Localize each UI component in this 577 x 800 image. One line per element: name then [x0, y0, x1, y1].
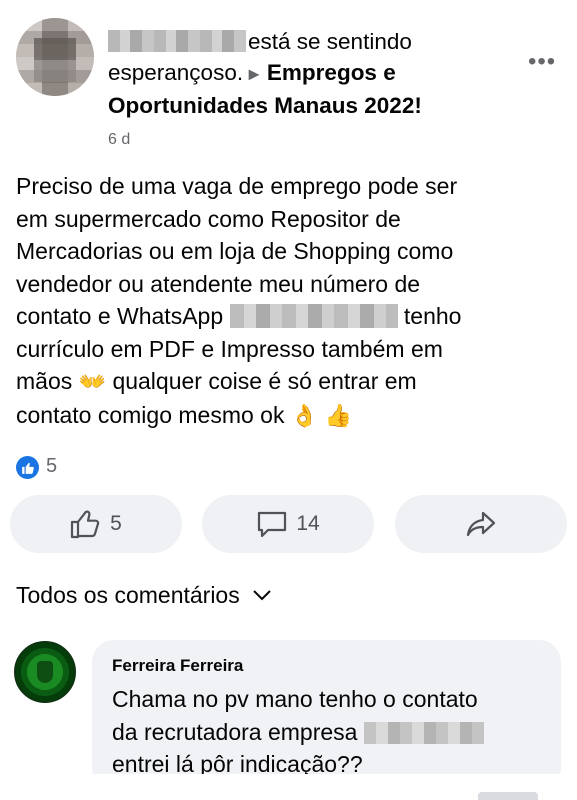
comment-text: Chama no pv mano tenho o contato da recr… — [112, 683, 552, 781]
post-text: Preciso de uma vaga de emprego pode ser … — [16, 170, 561, 432]
feeling-text: esperançoso. — [108, 60, 244, 85]
comment-line: da recrutadora empresa — [112, 716, 552, 749]
status-text: está se sentindo — [248, 29, 412, 54]
more-options-icon[interactable]: ••• — [528, 48, 556, 76]
open-hands-icon: 👐 — [78, 369, 107, 394]
like-button[interactable]: 5 — [10, 495, 182, 553]
post-line: contato comigo mesmo ok 👌 👍 — [16, 401, 353, 428]
share-button[interactable] — [395, 495, 567, 553]
post-line: Preciso de uma vaga de emprego pode ser — [16, 173, 458, 199]
commenter-avatar[interactable] — [14, 641, 76, 703]
comment-count: 14 — [296, 512, 320, 535]
post-line: contato e WhatsApp tenho — [16, 303, 462, 329]
bottom-handle — [478, 792, 538, 800]
ok-hand-icon: 👌 — [290, 402, 319, 428]
comment-author[interactable]: Ferreira Ferreira — [112, 656, 243, 676]
thumbs-up-emoji-icon: 👍 — [324, 402, 353, 428]
comments-filter[interactable]: Todos os comentários — [16, 582, 272, 609]
author-avatar[interactable] — [16, 18, 94, 96]
post-line: Mercadorias ou em loja de Shopping como — [16, 238, 454, 264]
chevron-down-icon — [253, 590, 271, 601]
group-name[interactable]: Empregos e — [267, 60, 396, 85]
post-time[interactable]: 6 d — [108, 131, 130, 149]
comment-button[interactable]: 14 — [202, 495, 374, 553]
reaction-count[interactable]: 5 — [46, 455, 57, 478]
like-icon[interactable] — [16, 456, 39, 479]
comment-line: Chama no pv mano tenho o contato — [112, 686, 478, 712]
post-line: vendedor ou atendente meu número de — [16, 270, 421, 297]
post-line: em supermercado como Repositor de — [16, 205, 401, 232]
comment-icon — [258, 511, 287, 538]
post-line: mãos 👐 qualquer coise é só entrar em — [16, 368, 417, 394]
post-line: currículo em PDF e Impresso também em — [16, 335, 443, 362]
group-name-cont[interactable]: Oportunidades Manaus 2022! — [108, 93, 422, 118]
redacted-company — [363, 721, 484, 744]
thumbs-up-icon — [71, 510, 100, 539]
post-header: está se sentindo esperançoso. ► Empregos e… — [108, 26, 508, 121]
arrow-right-icon: ► — [245, 64, 263, 84]
like-count: 5 — [110, 512, 122, 535]
share-icon — [466, 511, 496, 537]
redacted-author-name[interactable] — [108, 30, 246, 52]
redacted-phone — [229, 304, 398, 328]
